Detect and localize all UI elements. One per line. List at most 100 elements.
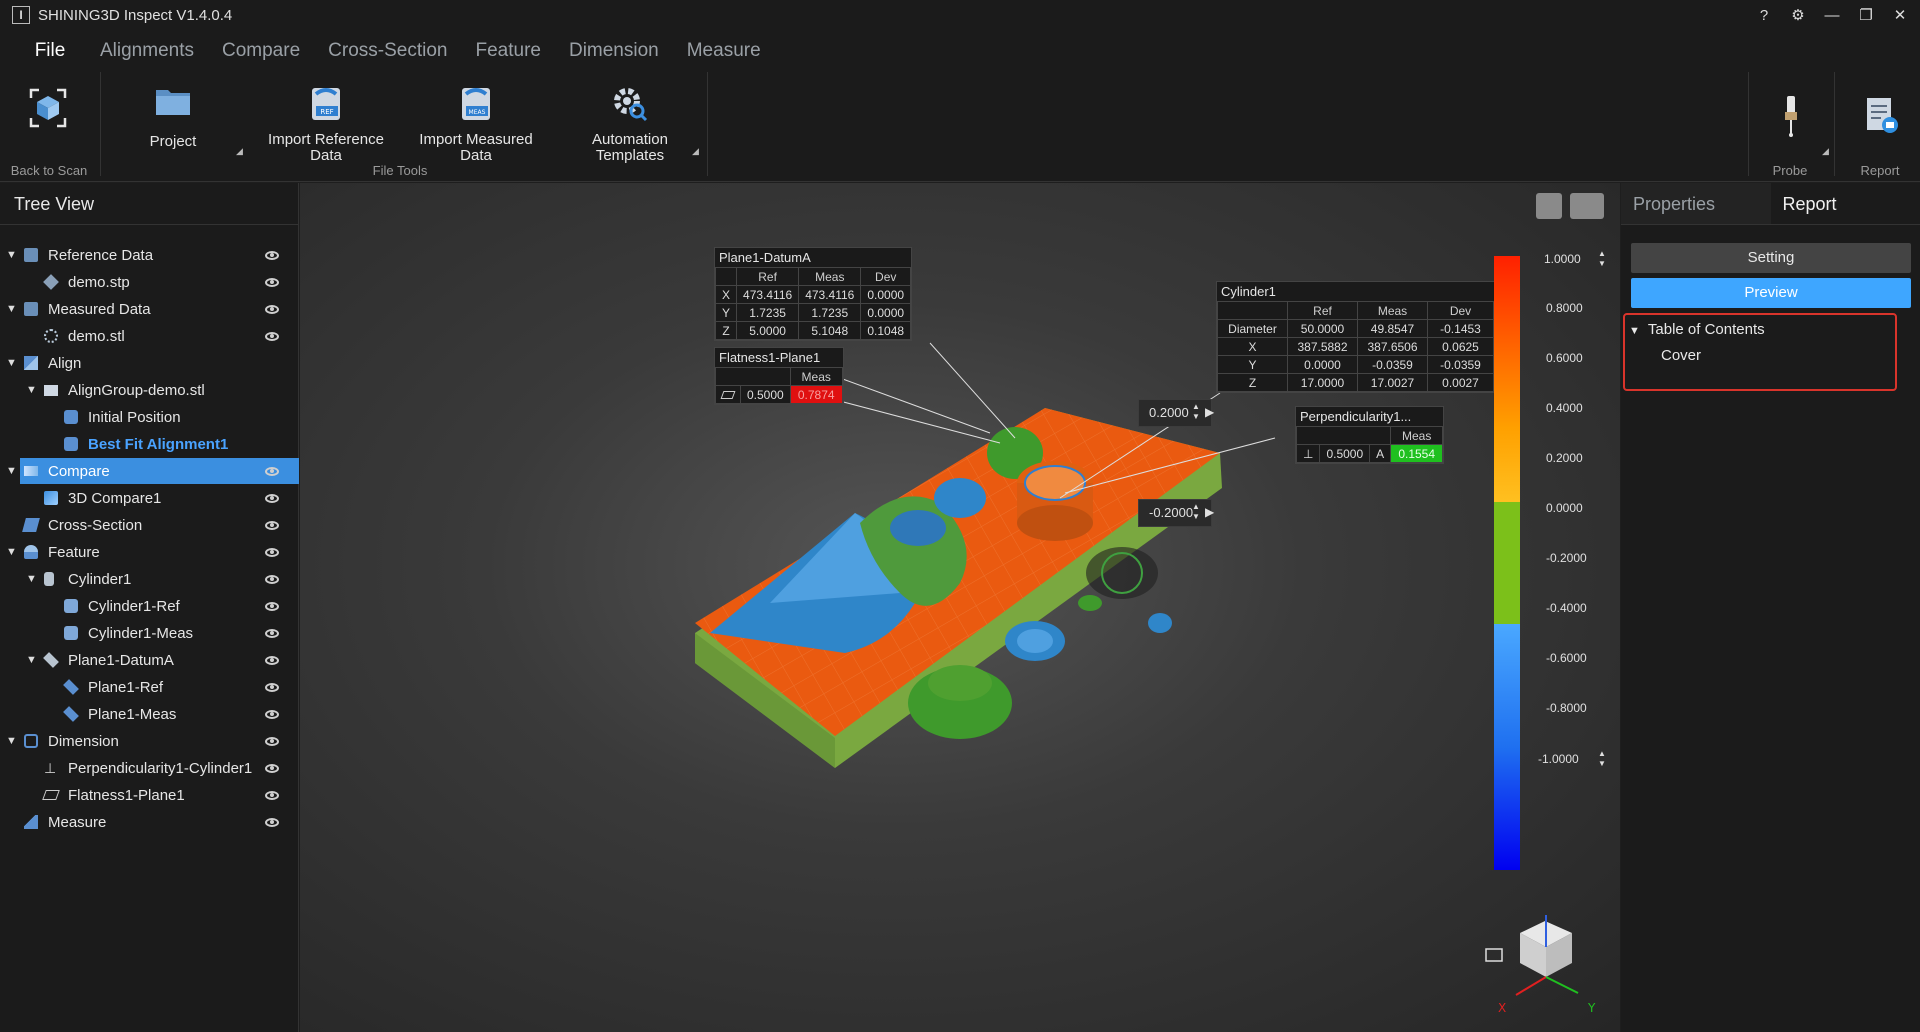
view-orientation-cube[interactable]: X Y: [1480, 913, 1620, 1023]
visibility-eye-icon[interactable]: [265, 790, 279, 800]
visibility-eye-icon[interactable]: [265, 493, 279, 503]
expand-caret-icon[interactable]: ▼: [26, 573, 37, 585]
settings-gear-icon[interactable]: ⚙: [1788, 6, 1808, 24]
tab-report[interactable]: Report: [1770, 183, 1920, 224]
report-button[interactable]: [1856, 96, 1906, 140]
meas-value-fail: 0.7874: [789, 385, 843, 404]
tree-item-plane1-datuma[interactable]: ▼ Plane1-DatumA: [0, 647, 299, 673]
probe-button[interactable]: [1766, 94, 1816, 142]
tree-item-compare[interactable]: ▼ Compare: [6, 458, 299, 484]
tree-item-perpendicularity[interactable]: ⊥ Perpendicularity1-Cylinder1: [0, 755, 299, 781]
visibility-eye-icon[interactable]: [265, 655, 279, 665]
expand-caret-icon[interactable]: ▼: [6, 357, 17, 369]
probe-dropdown-arrow[interactable]: ◢: [1822, 146, 1829, 157]
toc-cover-item[interactable]: Cover: [1661, 347, 1701, 364]
visibility-eye-icon[interactable]: [265, 709, 279, 719]
expand-caret-icon[interactable]: ▼: [6, 735, 17, 747]
tree-item-cylinder1-ref[interactable]: Cylinder1-Ref: [0, 593, 299, 619]
minimize-button[interactable]: —: [1822, 7, 1842, 24]
tree-item-dimension[interactable]: ▼ Dimension: [0, 728, 299, 754]
tree-item-demo-stp[interactable]: demo.stp: [0, 269, 299, 295]
visibility-eye-icon[interactable]: [265, 628, 279, 638]
plane-datum-table: Ref Meas Dev X 473.4116 473.4116 0.0000 Y 1.72…: [714, 267, 912, 340]
visibility-eye-icon[interactable]: [265, 763, 279, 773]
menu-dimension[interactable]: Dimension: [569, 40, 659, 62]
align-icon: [24, 356, 38, 370]
tree-item-measure[interactable]: Measure: [0, 809, 299, 835]
tree-item-initial-position[interactable]: Initial Position: [0, 404, 299, 430]
visibility-eye-icon[interactable]: [265, 277, 279, 287]
back-to-scan-button[interactable]: [8, 82, 88, 142]
plane-datum-annotation[interactable]: Plane1-DatumA Ref Meas Dev X 473.4116 473.41…: [714, 247, 913, 341]
visibility-eye-icon[interactable]: [265, 304, 279, 314]
expand-caret-icon[interactable]: ▼: [6, 249, 17, 261]
visibility-eye-icon[interactable]: [265, 331, 279, 341]
menu-file[interactable]: File: [0, 40, 100, 62]
visibility-eye-icon[interactable]: [265, 466, 279, 476]
lower-tolerance-input[interactable]: -0.2000: [1138, 499, 1212, 527]
tree-item-plane1-ref[interactable]: Plane1-Ref: [0, 674, 299, 700]
expand-caret-icon[interactable]: ▼: [26, 384, 37, 396]
deviation-color-scale: [1494, 256, 1520, 870]
help-icon[interactable]: ?: [1754, 7, 1774, 24]
tree-item-cylinder1[interactable]: ▼ Cylinder1: [0, 566, 299, 592]
perpendicularity-annotation[interactable]: Perpendicularity1... Meas ⊥ 0.5000 A 0.1…: [1295, 406, 1445, 464]
visibility-eye-icon[interactable]: [265, 520, 279, 530]
tree-item-feature[interactable]: ▼ Feature: [0, 539, 299, 565]
visibility-eye-icon[interactable]: [265, 547, 279, 557]
cylinder-annotation[interactable]: Cylinder1 Ref Meas Dev Diameter 50.0000 49.8…: [1216, 281, 1495, 393]
tab-properties[interactable]: Properties: [1621, 183, 1771, 224]
tree-item-flatness[interactable]: Flatness1-Plane1: [0, 782, 299, 808]
tree-item-cross-section[interactable]: Cross-Section: [0, 512, 299, 538]
tree-item-3d-compare[interactable]: 3D Compare1: [0, 485, 299, 511]
tree-item-demo-stl[interactable]: demo.stl: [0, 323, 299, 349]
visibility-eye-icon[interactable]: [265, 736, 279, 746]
menu-feature[interactable]: Feature: [475, 40, 540, 62]
tree-item-align[interactable]: ▼ Align: [0, 350, 299, 376]
tree-item-best-fit-alignment[interactable]: Best Fit Alignment1: [0, 431, 299, 457]
setting-button[interactable]: Setting: [1631, 243, 1911, 273]
expand-caret-icon[interactable]: ▼: [26, 654, 37, 666]
tree-item-measured-data[interactable]: ▼ Measured Data: [0, 296, 299, 322]
import-measured-data-button[interactable]: MEAS Import Measured Data: [416, 84, 536, 164]
upper-tolerance-input[interactable]: 0.2000: [1138, 399, 1212, 427]
folder-icon: [156, 90, 190, 115]
menu-measure[interactable]: Measure: [687, 40, 761, 62]
3d-viewport[interactable]: Plane1-DatumA Ref Meas Dev X 473.4116 473.41…: [300, 183, 1620, 1032]
import-reference-data-button[interactable]: REF Import Reference Data: [266, 84, 386, 164]
expand-caret-icon[interactable]: ▼: [6, 465, 17, 477]
upper-tolerance-spinner-icon[interactable]: ▲ ▼: [1192, 402, 1200, 422]
tree-item-aligngroup[interactable]: ▼ AlignGroup-demo.stl: [0, 377, 299, 403]
scale-max-spinner-icon[interactable]: ▲ ▼: [1598, 249, 1606, 269]
plane-icon: [43, 652, 59, 668]
toc-item[interactable]: ▼ Table of Contents: [1629, 321, 1765, 338]
tree-item-label: Align: [48, 354, 82, 372]
menu-cross-section[interactable]: Cross-Section: [328, 40, 447, 62]
scale-min-spinner-icon[interactable]: ▲ ▼: [1598, 749, 1606, 769]
automation-dropdown-arrow[interactable]: ◢: [692, 146, 699, 157]
expand-caret-icon[interactable]: ▼: [1629, 325, 1640, 337]
expand-caret-icon[interactable]: ▼: [6, 303, 17, 315]
expand-caret-icon[interactable]: ▼: [6, 546, 17, 558]
visibility-eye-icon[interactable]: [265, 601, 279, 611]
project-dropdown-arrow[interactable]: ◢: [236, 146, 243, 157]
tree-item-cylinder1-meas[interactable]: Cylinder1-Meas: [0, 620, 299, 646]
lower-tolerance-spinner-icon[interactable]: ▲ ▼: [1192, 502, 1200, 522]
preview-button[interactable]: Preview: [1631, 278, 1911, 308]
visibility-eye-icon[interactable]: [265, 574, 279, 584]
cell: 0.0027: [1427, 373, 1494, 392]
project-button[interactable]: Project: [138, 84, 208, 150]
visibility-eye-icon[interactable]: [265, 817, 279, 827]
menu-alignments[interactable]: Alignments: [100, 40, 194, 62]
tree-item-plane1-meas[interactable]: Plane1-Meas: [0, 701, 299, 727]
col-header: Meas: [1357, 301, 1428, 320]
automation-templates-button[interactable]: Automation Templates: [580, 84, 680, 164]
close-button[interactable]: ✕: [1890, 6, 1910, 24]
scale-tick-label: 0.0000: [1546, 501, 1583, 515]
tree-item-reference-data[interactable]: ▼ Reference Data: [0, 242, 299, 268]
menu-compare[interactable]: Compare: [222, 40, 300, 62]
flatness-annotation[interactable]: Flatness1-Plane1 Meas 0.5000 0.7874: [714, 347, 844, 405]
visibility-eye-icon[interactable]: [265, 682, 279, 692]
visibility-eye-icon[interactable]: [265, 250, 279, 260]
restore-button[interactable]: ❐: [1856, 6, 1876, 24]
